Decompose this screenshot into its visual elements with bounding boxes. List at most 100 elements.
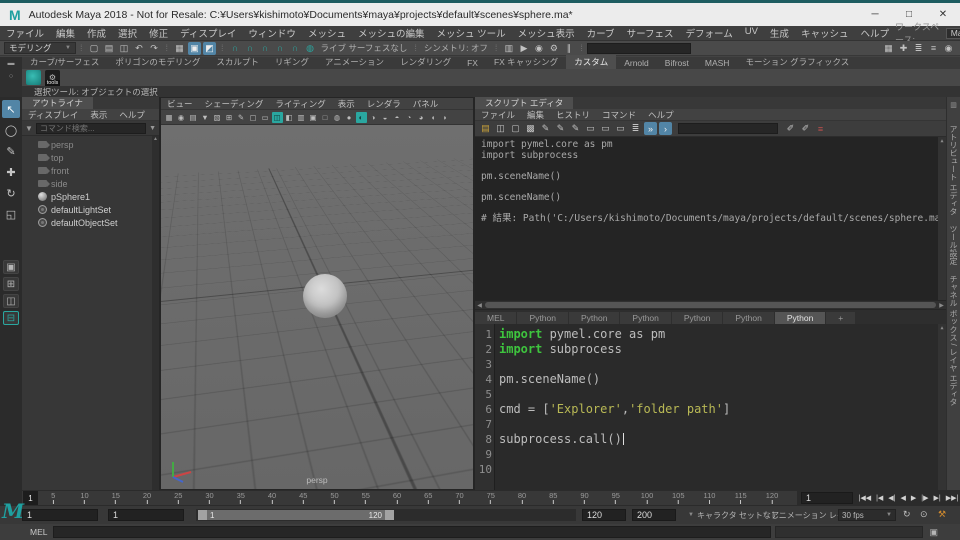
pause-icon[interactable]: ∥ — [562, 42, 575, 55]
playback-range-bar[interactable]: 1 120 — [198, 510, 394, 520]
shadows-icon[interactable]: ◒ — [380, 112, 391, 123]
move-tool-icon[interactable]: ✚ — [2, 163, 20, 181]
outliner-item[interactable]: front — [22, 164, 159, 177]
go-to-start-button[interactable]: |◀◀ — [856, 494, 874, 502]
outliner-item[interactable]: top — [22, 151, 159, 164]
undo-icon[interactable]: ↶ — [133, 42, 146, 55]
shelf-tab[interactable]: Bifrost — [657, 57, 697, 69]
outliner-item[interactable]: defaultObjectSet — [22, 216, 159, 229]
timeline-tick[interactable]: 120 — [766, 491, 779, 504]
list-operations-icon[interactable]: ≣ — [629, 122, 642, 135]
code-line-text[interactable]: subprocess.call() — [495, 432, 624, 447]
pan-zoom-2d-icon[interactable]: ⊞ — [224, 112, 235, 123]
resolution-gate-icon[interactable]: ◫ — [271, 111, 283, 123]
film-gate-icon[interactable]: ▭ — [260, 112, 271, 123]
lock-camera-icon[interactable]: ◉ — [176, 112, 187, 123]
play-forward-button[interactable]: ▶ — [908, 494, 918, 502]
live-surface-label[interactable]: ライブ サーフェスなし — [321, 42, 408, 54]
script-tab[interactable]: + — [826, 312, 856, 324]
script-tab[interactable]: Python — [568, 312, 620, 324]
menu-item[interactable]: デフォーム — [680, 26, 739, 40]
timeline-tick[interactable]: 110 — [704, 491, 716, 504]
bookmarks-icon[interactable]: ▼ — [200, 112, 211, 123]
wrap-line-icon[interactable]: ▭ — [584, 122, 597, 135]
lasso-tool-icon[interactable]: ◯ — [2, 121, 20, 139]
command-line-input[interactable] — [53, 526, 772, 538]
outliner-item[interactable]: defaultLightSet — [22, 203, 159, 216]
menu-item[interactable]: UV — [739, 26, 764, 40]
error-log-icon[interactable]: ≡ — [814, 122, 827, 135]
script-tab[interactable]: Python — [774, 312, 826, 324]
toolbar-divider[interactable]: ⁞ — [166, 43, 169, 53]
menu-item[interactable]: カーブ — [581, 26, 621, 40]
dock-tab[interactable]: チャネル ボックス / レイヤ エディタ — [948, 275, 959, 406]
current-time-field[interactable]: 1 — [801, 492, 853, 504]
show-tooltip-help-icon[interactable]: ▭ — [599, 122, 612, 135]
script-editor-toggle-icon[interactable]: ▣ — [929, 527, 938, 538]
editor-scrollbar[interactable]: ▲ — [938, 324, 946, 490]
playback-loop-icon[interactable]: ↻ — [903, 509, 911, 520]
dock-tab[interactable]: アトリビュート エディタ — [948, 125, 959, 215]
script-editor-menu-item[interactable]: ファイル — [475, 109, 521, 121]
symmetry-label[interactable]: シンメトリ: オフ — [424, 42, 488, 54]
timeline-tick[interactable]: 100 — [641, 491, 654, 504]
gate-mask-icon[interactable]: ◧ — [284, 112, 295, 123]
timeline-tick[interactable]: 95 — [612, 491, 620, 504]
timeline-tick[interactable]: 15 — [112, 491, 120, 504]
code-line-text[interactable] — [495, 462, 506, 477]
menu-item[interactable]: メッシュ ツール — [430, 26, 511, 40]
toolbar-divider[interactable]: ⁞ — [580, 43, 583, 53]
scroll-left-icon[interactable]: ◀ — [475, 302, 484, 309]
toolbar-divider[interactable]: ⁞ — [221, 43, 224, 53]
shelf-tab[interactable]: FX キャッシング — [486, 55, 566, 69]
shelf-tab[interactable]: FX — [459, 57, 486, 69]
outliner-menu-item[interactable]: 表示 — [84, 109, 113, 121]
load-script-icon[interactable]: ▤ — [479, 122, 492, 135]
menu-item[interactable]: 生成 — [764, 26, 795, 40]
menu-item[interactable]: ヘルプ — [854, 26, 895, 40]
wireframe-icon[interactable]: ◍ — [332, 112, 343, 123]
execute-icon[interactable]: › — [659, 122, 672, 135]
motion-blur-icon[interactable]: ◔ — [404, 112, 415, 123]
animation-end-field[interactable]: 200 — [632, 509, 676, 521]
textured-icon[interactable]: ◐ — [355, 111, 367, 123]
code-line-text[interactable]: pm.sceneName() — [495, 372, 600, 387]
timeline-tick[interactable]: 105 — [672, 491, 685, 504]
viewport-menu-item[interactable]: ビュー — [161, 98, 199, 110]
shelf-tab[interactable]: スカルプト — [208, 55, 267, 69]
dock-options-icon[interactable]: ▥ — [950, 101, 957, 109]
rotate-tool-icon[interactable]: ↻ — [2, 184, 20, 202]
timeline-tick[interactable]: 60 — [393, 491, 401, 504]
make-object-live-icon[interactable]: ◍ — [304, 42, 317, 55]
outliner-menu-item[interactable]: ディスプレイ — [22, 109, 84, 121]
workspace-controls-icon[interactable]: ◉ — [942, 42, 955, 55]
script-tab[interactable]: Python — [517, 312, 568, 324]
outliner-item[interactable]: side — [22, 177, 159, 190]
render-current-frame-icon[interactable]: ▶ — [517, 42, 530, 55]
timeline-tick[interactable]: 45 — [299, 491, 307, 504]
timeline-tick[interactable]: 5 — [51, 491, 55, 504]
step-back-frame-button[interactable]: ◀| — [886, 494, 898, 502]
minimize-button[interactable]: ─ — [858, 4, 892, 26]
step-back-key-button[interactable]: |◀ — [874, 494, 886, 502]
toolbar-divider[interactable]: ⁞ — [414, 43, 417, 53]
range-end-handle[interactable] — [385, 510, 394, 520]
scale-tool-icon[interactable]: ◱ — [2, 205, 20, 223]
shelf-tab[interactable]: レンダリング — [392, 55, 459, 69]
script-tab[interactable]: Python — [671, 312, 723, 324]
shelf-tab[interactable]: アニメーション — [317, 55, 392, 69]
script-editor-panel-tab[interactable]: スクリプト エディタ — [475, 97, 574, 109]
attribute-editor-toggle-icon[interactable]: ≡ — [927, 42, 940, 55]
outliner-scrollbar[interactable]: ▲ — [152, 136, 159, 490]
viewport-menu-item[interactable]: レンダラ — [361, 98, 407, 110]
quick-help-icon[interactable]: ✐ — [784, 122, 797, 135]
menu-item[interactable]: サーフェス — [621, 26, 680, 40]
code-line-text[interactable] — [495, 357, 506, 372]
shaded-icon[interactable]: ● — [344, 112, 355, 123]
shelf-item-tools[interactable]: ⚙ tools — [45, 70, 60, 86]
step-forward-key-button[interactable]: ▶| — [931, 494, 943, 502]
show-line-numbers-icon[interactable]: ✎ — [569, 122, 582, 135]
depth-of-field-icon[interactable]: ◖ — [428, 112, 439, 123]
safe-title-icon[interactable]: □ — [320, 112, 331, 123]
open-render-view-icon[interactable]: ▥ — [502, 42, 515, 55]
